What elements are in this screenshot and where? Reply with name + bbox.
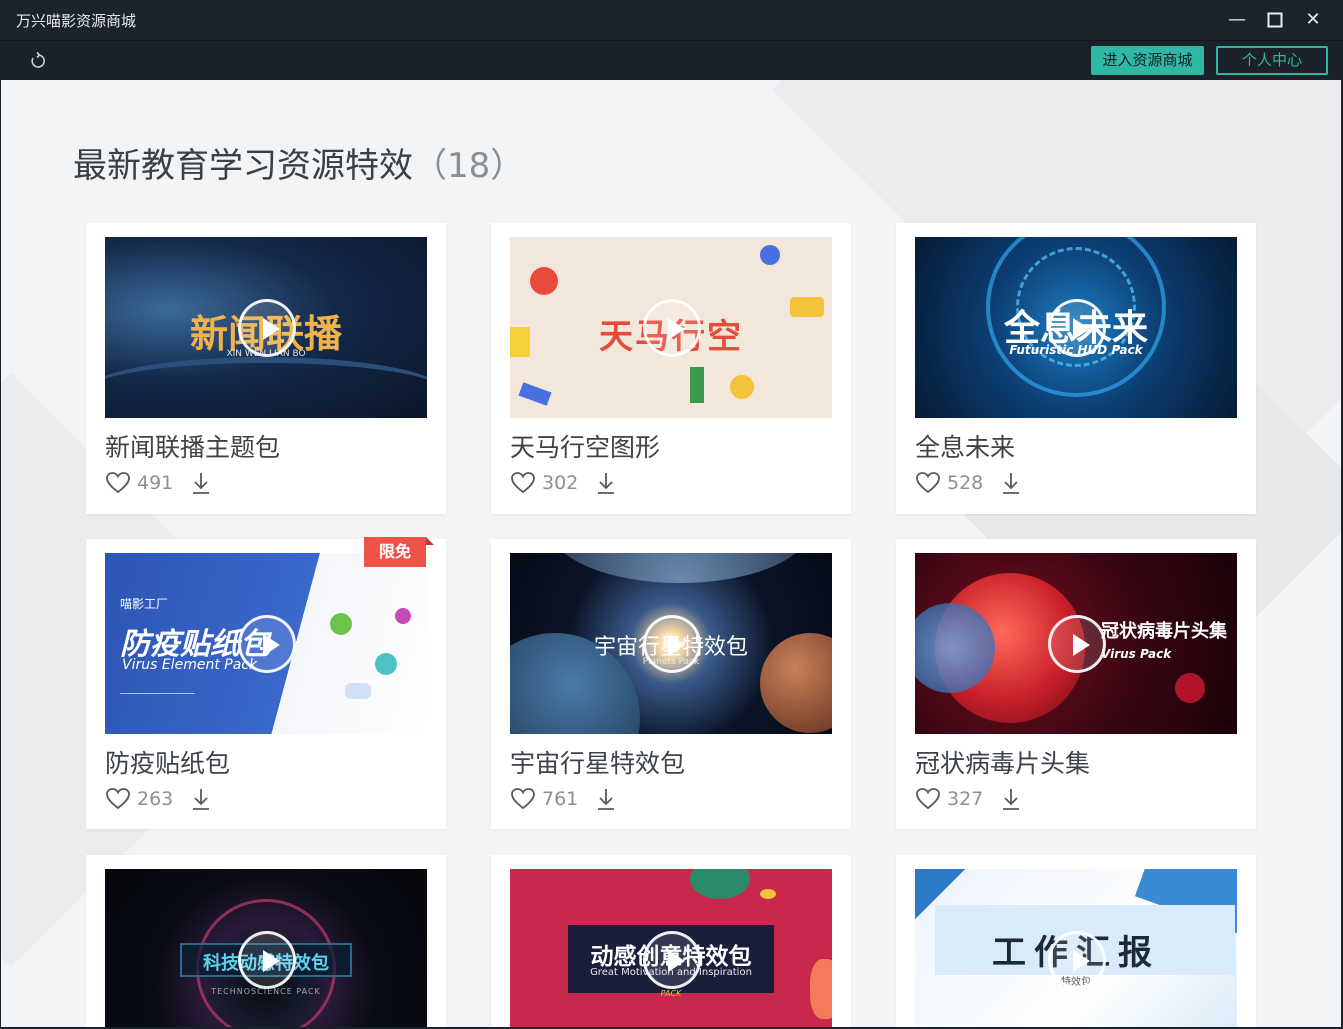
play-icon[interactable] <box>643 615 701 673</box>
play-icon[interactable] <box>643 931 701 989</box>
heart-icon[interactable] <box>510 471 536 495</box>
thumb-decoration <box>730 375 754 399</box>
play-icon[interactable] <box>238 931 296 989</box>
resource-card[interactable]: 天马行空 天马行空图形 302 <box>491 223 851 514</box>
download-icon[interactable] <box>596 787 616 811</box>
heart-icon[interactable] <box>105 471 131 495</box>
resource-card[interactable]: 动感创意特效包 Great Motivation and Inspiration… <box>491 855 851 1027</box>
free-badge: 限免 <box>364 537 434 567</box>
thumb-subtitle: PACK <box>660 989 682 998</box>
card-title[interactable]: 冠状病毒片头集 <box>915 744 1090 780</box>
thumb-subtitle: Virus Pack <box>1101 647 1172 661</box>
refresh-icon <box>31 51 45 68</box>
user-center-button[interactable]: 个人中心 <box>1216 46 1328 75</box>
heart-icon[interactable] <box>510 787 536 811</box>
thumb-decoration <box>395 608 411 624</box>
like-count: 263 <box>137 788 174 810</box>
card-title[interactable]: 新闻联播主题包 <box>105 428 280 464</box>
like-count: 528 <box>947 472 984 494</box>
thumb-decoration <box>690 367 704 403</box>
resource-card[interactable]: 宇宙行星特效包 Planets Pack 宇宙行星特效包 761 <box>491 539 851 829</box>
play-icon[interactable] <box>643 299 701 357</box>
heart-icon[interactable] <box>105 787 131 811</box>
like-count: 327 <box>947 788 984 810</box>
enter-store-button[interactable]: 进入资源商城 <box>1091 46 1204 75</box>
thumb-decoration <box>690 869 750 899</box>
maximize-button[interactable] <box>1263 8 1287 32</box>
resource-card[interactable]: 喵影工厂 防疫贴纸包 Virus Element Pack 限免 防疫贴纸包 2… <box>86 537 446 829</box>
like-count: 491 <box>137 472 174 494</box>
download-icon[interactable] <box>1001 471 1021 495</box>
refresh-button[interactable] <box>28 51 48 71</box>
title-bar: 万兴喵影资源商城 — ✕ <box>0 0 1343 40</box>
resource-card[interactable]: 新闻联播 XIN WEN LIAN BO 新闻联播主题包 491 <box>86 223 446 514</box>
resource-count: （18） <box>413 146 525 186</box>
resource-card[interactable]: 科技动感特效包 TECHNOSCIENCE PACK <box>86 855 446 1027</box>
resource-card[interactable]: 全息未来 Futuristic HUD Pack 全息未来 528 <box>896 223 1256 514</box>
toolbar: 进入资源商城 个人中心 <box>0 40 1343 80</box>
thumb-decoration <box>760 889 776 899</box>
play-icon[interactable] <box>1048 931 1106 989</box>
thumb-decoration <box>105 357 427 418</box>
like-count: 761 <box>542 788 579 810</box>
app-title: 万兴喵影资源商城 <box>16 12 137 30</box>
thumb-decoration <box>760 245 780 265</box>
thumb-decoration <box>518 382 552 406</box>
thumb-decoration <box>530 267 558 295</box>
thumb-decoration <box>550 553 810 583</box>
card-thumbnail[interactable]: 喵影工厂 防疫贴纸包 Virus Element Pack <box>105 553 427 734</box>
page-title: 最新教育学习资源特效（18） <box>73 138 524 187</box>
card-meta: 302 <box>510 469 616 497</box>
card-meta: 761 <box>510 785 616 813</box>
thumb-decoration <box>345 683 371 699</box>
thumb-decoration <box>1175 673 1205 703</box>
card-title[interactable]: 全息未来 <box>915 428 1015 464</box>
content-area[interactable]: 最新教育学习资源特效（18） 新闻联播 XIN WEN LIAN BO 新闻联播… <box>1 80 1341 1027</box>
thumb-subtitle: Virus Element Pack <box>122 657 258 673</box>
heart-icon[interactable] <box>915 471 941 495</box>
thumb-decoration <box>375 653 397 675</box>
card-thumbnail[interactable]: 新闻联播 XIN WEN LIAN BO <box>105 237 427 418</box>
card-title[interactable]: 防疫贴纸包 <box>105 744 230 780</box>
thumb-brand: 喵影工厂 <box>120 597 169 611</box>
card-meta: 491 <box>105 469 211 497</box>
card-thumbnail[interactable]: 科技动感特效包 TECHNOSCIENCE PACK <box>105 869 427 1027</box>
card-title[interactable]: 宇宙行星特效包 <box>510 744 685 780</box>
like-count: 302 <box>542 472 579 494</box>
card-thumbnail[interactable]: 动感创意特效包 Great Motivation and Inspiration… <box>510 869 832 1027</box>
thumb-title: 冠状病毒片头集 <box>1101 621 1227 642</box>
card-meta: 528 <box>915 469 1021 497</box>
play-icon[interactable] <box>1048 299 1106 357</box>
card-meta: 327 <box>915 785 1021 813</box>
card-thumbnail[interactable]: 工作汇报 特效包 <box>915 869 1237 1027</box>
heart-icon[interactable] <box>915 787 941 811</box>
minimize-button[interactable]: — <box>1225 8 1249 32</box>
maximize-icon <box>1267 12 1283 28</box>
play-icon[interactable] <box>1048 615 1106 673</box>
close-button[interactable]: ✕ <box>1301 8 1325 32</box>
download-icon[interactable] <box>1001 787 1021 811</box>
play-icon[interactable] <box>238 299 296 357</box>
download-icon[interactable] <box>191 471 211 495</box>
card-thumbnail[interactable]: 天马行空 <box>510 237 832 418</box>
card-thumbnail[interactable]: 全息未来 Futuristic HUD Pack <box>915 237 1237 418</box>
card-meta: 263 <box>105 785 211 813</box>
download-icon[interactable] <box>191 787 211 811</box>
card-thumbnail[interactable]: 冠状病毒片头集 Virus Pack <box>915 553 1237 734</box>
card-title[interactable]: 天马行空图形 <box>510 428 660 464</box>
page-title-text: 最新教育学习资源特效 <box>73 146 413 186</box>
resource-card[interactable]: 冠状病毒片头集 Virus Pack 冠状病毒片头集 327 <box>896 539 1256 829</box>
play-icon[interactable] <box>238 615 296 673</box>
resource-card[interactable]: 工作汇报 特效包 <box>896 855 1256 1027</box>
download-icon[interactable] <box>596 471 616 495</box>
card-thumbnail[interactable]: 宇宙行星特效包 Planets Pack <box>510 553 832 734</box>
thumb-decoration <box>330 613 352 635</box>
thumb-decoration <box>120 693 195 694</box>
